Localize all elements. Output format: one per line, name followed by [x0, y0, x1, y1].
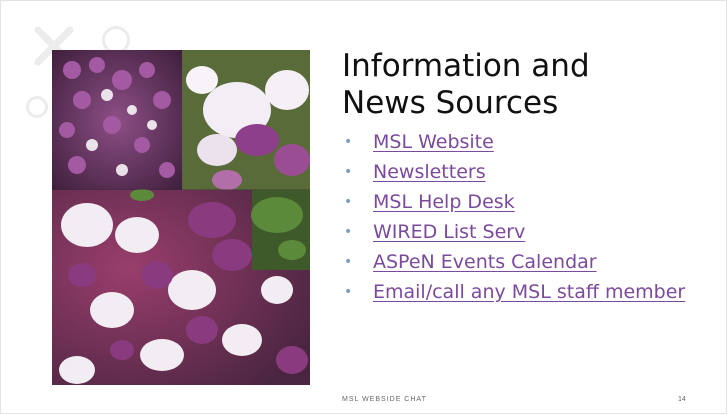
page-number: 14 — [678, 396, 686, 403]
list-item: • WIRED List Serv — [344, 217, 685, 247]
slide-footer: MSL WEBSIDE CHAT — [342, 396, 427, 403]
link-aspen-events-calendar[interactable]: ASPeN Events Calendar — [373, 251, 597, 273]
list-item: • MSL Help Desk — [344, 187, 685, 217]
bullet-icon: • — [344, 284, 353, 300]
lilac-photo-collage — [52, 50, 310, 385]
list-item: • ASPeN Events Calendar — [344, 247, 685, 277]
link-wired-list-serv[interactable]: WIRED List Serv — [373, 221, 525, 243]
title-line-2: News Sources — [342, 85, 559, 121]
link-msl-website[interactable]: MSL Website — [373, 131, 494, 153]
link-email-call-staff[interactable]: Email/call any MSL staff member — [373, 281, 685, 303]
link-newsletters[interactable]: Newsletters — [373, 161, 486, 183]
title-line-1: Information and — [342, 48, 590, 84]
bullet-icon: • — [344, 134, 353, 150]
news-sources-list: • MSL Website • Newsletters • MSL Help Desk… — [344, 127, 685, 307]
bullet-icon: • — [344, 254, 353, 270]
slide: Information and News Sources • MSL Websit… — [0, 0, 728, 415]
bullet-icon: • — [344, 224, 353, 240]
list-item: • MSL Website — [344, 127, 685, 157]
decorative-circle-icon — [26, 96, 48, 118]
bullet-icon: • — [344, 164, 353, 180]
link-msl-help-desk[interactable]: MSL Help Desk — [373, 191, 515, 213]
list-item: • Email/call any MSL staff member — [344, 277, 685, 307]
list-item: • Newsletters — [344, 157, 685, 187]
page-title: Information and News Sources — [342, 48, 702, 122]
bullet-icon: • — [344, 194, 353, 210]
